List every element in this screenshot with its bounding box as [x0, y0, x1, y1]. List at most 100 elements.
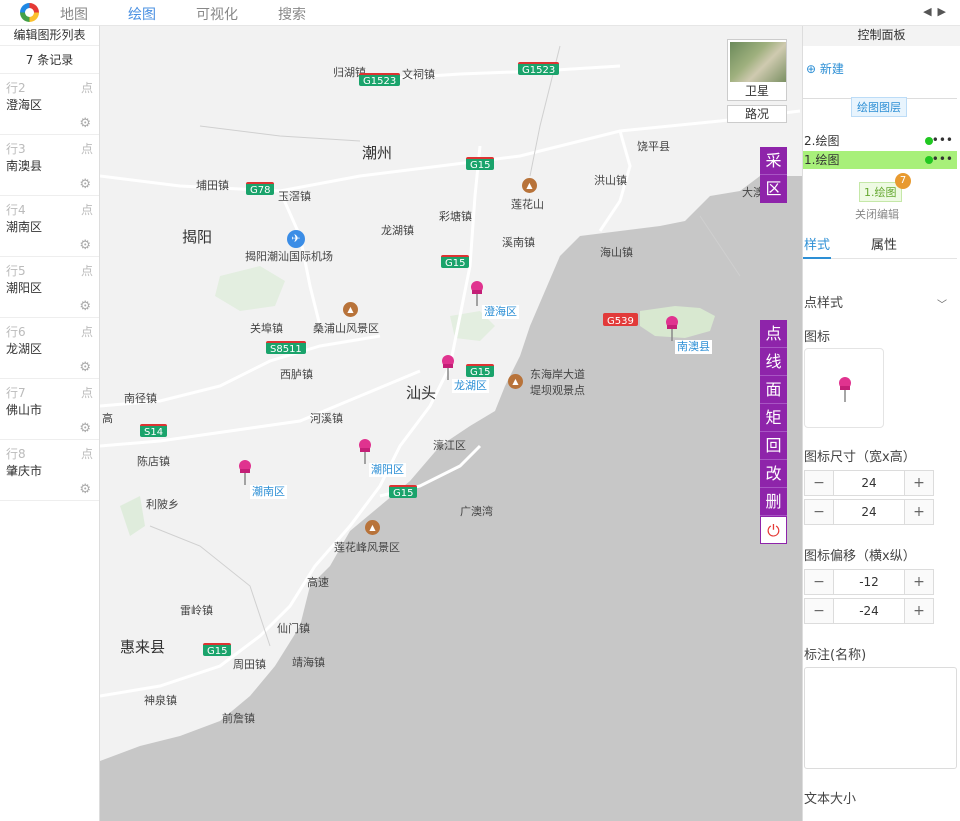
place-label: 高	[102, 412, 113, 425]
icon-picker[interactable]	[804, 348, 884, 428]
tab-draw[interactable]: 绘图	[128, 4, 156, 24]
airport-icon: ✈	[287, 230, 305, 248]
road-shield: G15	[203, 643, 232, 657]
gear-icon[interactable]: ⚙	[79, 177, 91, 192]
map-marker-icon[interactable]	[356, 438, 374, 464]
row-type: 点	[80, 264, 93, 278]
new-layer-button[interactable]: ⊕ 新建	[806, 60, 844, 77]
satellite-toggle[interactable]: 卫星	[727, 39, 787, 101]
icon-width-value[interactable]: 24	[833, 471, 905, 495]
road-shield: G1523	[359, 73, 401, 87]
minus-icon[interactable]: −	[805, 599, 833, 623]
gear-icon[interactable]: ⚙	[79, 116, 91, 131]
map-marker-icon[interactable]	[439, 354, 457, 380]
list-item[interactable]: 行4 点潮南区 ⚙	[0, 196, 99, 257]
place-label: 高速	[307, 576, 329, 589]
minus-icon[interactable]: −	[805, 500, 833, 524]
row-name: 潮阳区	[6, 281, 43, 295]
tab-visualize[interactable]: 可视化	[196, 4, 238, 24]
draw-point-button[interactable]: 点	[760, 320, 787, 348]
place-label: 关埠镇	[250, 322, 283, 335]
draw-polygon-button[interactable]: 面	[760, 376, 787, 404]
minus-icon[interactable]: −	[805, 570, 833, 594]
layer-item[interactable]: 2.绘图 •••	[803, 132, 957, 150]
map-marker-icon[interactable]	[468, 280, 486, 306]
scenic-spot-icon: ▲	[508, 374, 523, 389]
more-icon[interactable]: •••	[932, 131, 953, 149]
satellite-label: 卫星	[744, 84, 769, 98]
area-button[interactable]: 区	[760, 175, 787, 203]
power-icon[interactable]: ⏻	[760, 516, 787, 544]
prev-arrow-icon[interactable]: ◀	[923, 5, 937, 18]
gear-icon[interactable]: ⚙	[79, 238, 91, 253]
marker-label: 潮南区	[250, 485, 287, 499]
icon-height-value[interactable]: 24	[833, 500, 905, 524]
offset-y-value[interactable]: -24	[833, 599, 905, 623]
plus-icon[interactable]: +	[905, 471, 933, 495]
road-shield: G1523	[518, 62, 560, 76]
tab-style[interactable]: 样式	[804, 234, 830, 253]
tab-attributes[interactable]: 属性	[871, 234, 897, 253]
place-label: 惠来县	[120, 638, 166, 656]
plus-icon[interactable]: +	[905, 500, 933, 524]
point-style-header[interactable]: 点样式	[804, 292, 843, 311]
delete-button[interactable]: 删	[760, 488, 787, 516]
list-item[interactable]: 行2 点澄海区 ⚙	[0, 74, 99, 135]
map-marker-icon[interactable]	[663, 315, 681, 341]
app-logo-icon	[20, 3, 39, 22]
layer-item[interactable]: 1.绘图 •••	[803, 151, 957, 169]
road-shield: S14	[140, 424, 168, 438]
list-item[interactable]: 行6 点龙湖区 ⚙	[0, 318, 99, 379]
list-item[interactable]: 行8 点肇庆市 ⚙	[0, 440, 99, 501]
shape-list-title: 编辑图形列表	[0, 26, 99, 46]
plus-icon[interactable]: +	[905, 570, 933, 594]
tab-search[interactable]: 搜索	[278, 4, 306, 24]
traffic-toggle[interactable]: 路况	[727, 105, 787, 123]
chevron-down-icon[interactable]: ﹀	[937, 296, 947, 311]
layer-group-chip[interactable]: 绘图图层	[851, 97, 907, 117]
note-textarea[interactable]	[804, 667, 957, 769]
row-name: 澄海区	[6, 98, 43, 112]
row-name: 潮南区	[6, 220, 43, 234]
list-item[interactable]: 行7 点佛山市 ⚙	[0, 379, 99, 440]
scenic-spot-icon: ▲	[365, 520, 380, 535]
offset-x-value[interactable]: -12	[833, 570, 905, 594]
road-shield: G15	[466, 157, 495, 171]
gear-icon[interactable]: ⚙	[79, 360, 91, 375]
collect-button[interactable]: 采	[760, 147, 787, 175]
row-id: 行6	[6, 325, 26, 339]
draw-return-button[interactable]: 回	[760, 432, 787, 460]
place-label: 周田镇	[233, 658, 266, 671]
row-type: 点	[80, 325, 93, 339]
top-bar: 地图 绘图 可视化 搜索 ◀▶	[0, 0, 960, 26]
list-item[interactable]: 行3 点南澳县 ⚙	[0, 135, 99, 196]
plus-icon[interactable]: +	[905, 599, 933, 623]
place-label: 埔田镇	[196, 179, 229, 192]
minus-icon[interactable]: −	[805, 471, 833, 495]
list-item[interactable]: 行5 点潮阳区 ⚙	[0, 257, 99, 318]
offset-x-stepper[interactable]: − -12 +	[804, 569, 934, 595]
more-icon[interactable]: •••	[932, 150, 953, 168]
offset-y-stepper[interactable]: − -24 +	[804, 598, 934, 624]
gear-icon[interactable]: ⚙	[79, 482, 91, 497]
road-shield: G78	[246, 182, 275, 196]
control-panel: 控制面板 ⊕ 新建 绘图图层 2.绘图 ••• 1.绘图 ••• 1.绘图 7 …	[802, 26, 960, 821]
panel-nav-arrows[interactable]: ◀▶	[923, 5, 952, 18]
gear-icon[interactable]: ⚙	[79, 299, 91, 314]
place-label: 河溪镇	[310, 412, 343, 425]
edit-button[interactable]: 改	[760, 460, 787, 488]
place-label: 雷岭镇	[180, 604, 213, 617]
map-canvas[interactable]: 归湖镇 文祠镇 潮州 饶平县 埔田镇 玉滘镇 洪山镇 揭阳 揭阳潮汕国际机场 龙…	[100, 26, 802, 821]
map-marker-icon[interactable]	[236, 459, 254, 485]
draw-line-button[interactable]: 线	[760, 348, 787, 376]
close-edit-button[interactable]: 关闭编辑	[855, 206, 899, 222]
font-size-label: 文本大小	[804, 792, 857, 807]
icon-height-stepper[interactable]: −24 +	[804, 499, 934, 525]
next-arrow-icon[interactable]: ▶	[938, 5, 952, 18]
icon-width-stepper[interactable]: −24 +	[804, 470, 934, 496]
place-label: 莲花峰风景区	[334, 541, 400, 554]
count-badge: 7	[895, 173, 911, 189]
tab-map[interactable]: 地图	[60, 4, 88, 24]
draw-rectangle-button[interactable]: 矩	[760, 404, 787, 432]
gear-icon[interactable]: ⚙	[79, 421, 91, 436]
